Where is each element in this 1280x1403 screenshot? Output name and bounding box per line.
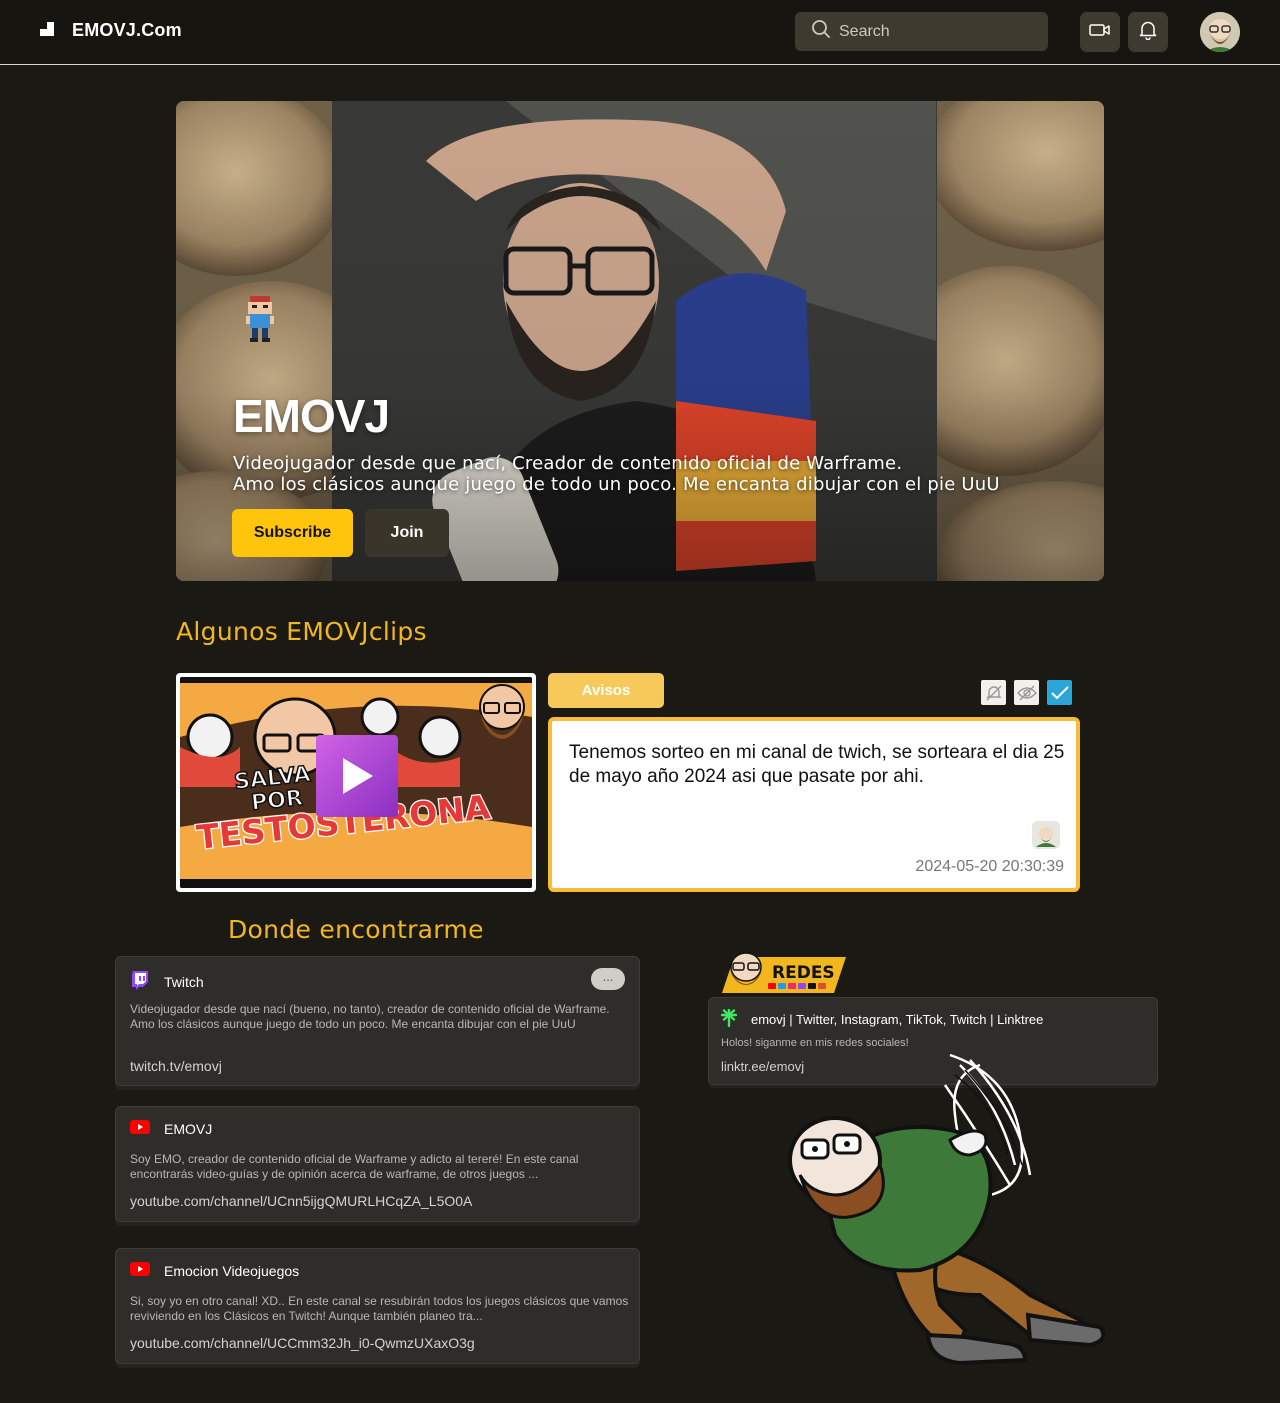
search-input[interactable]	[839, 22, 1029, 41]
redes-label: REDES	[772, 963, 835, 983]
avisos-author-avatar[interactable]	[1032, 821, 1060, 849]
tab-avisos[interactable]: Avisos	[548, 673, 664, 708]
play-icon[interactable]	[316, 735, 398, 817]
clip-thumbnail: SALVA POR TESTOSTERONA	[180, 677, 532, 888]
notifications-off-icon[interactable]	[981, 680, 1006, 705]
links-section-title: Donde encontrarme	[228, 915, 484, 944]
link-url[interactable]: youtube.com/channel/UCnn5ijgQMURLHCqZA_L…	[130, 1193, 472, 1209]
search-icon	[811, 19, 831, 44]
clip-video[interactable]: SALVA POR TESTOSTERONA	[176, 673, 536, 892]
avisos-card: Tenemos sorteo en mi canal de twich, se …	[548, 717, 1080, 892]
link-platform: Twitch	[164, 973, 204, 990]
linktree-title: emovj | Twitter, Instagram, TikTok, Twit…	[751, 1012, 1044, 1027]
link-card-youtube-emocion[interactable]: Emocion Videojuegos Si, soy yo en otro c…	[115, 1248, 640, 1364]
eye-off-icon[interactable]	[1014, 680, 1039, 705]
search-box[interactable]	[795, 12, 1048, 51]
youtube-icon	[130, 1262, 150, 1279]
avisos-message: Tenemos sorteo en mi canal de twich, se …	[569, 742, 1065, 787]
linktree-icon	[720, 1008, 738, 1030]
link-platform: Emocion Videojuegos	[164, 1262, 300, 1279]
avisos-timestamp: 2024-05-20 20:30:39	[915, 858, 1064, 875]
twitch-icon	[130, 970, 150, 993]
checkmark-icon[interactable]	[1047, 680, 1072, 705]
top-navbar: EMOVJ.Com	[0, 0, 1280, 65]
notifications-button[interactable]	[1128, 12, 1168, 52]
link-url[interactable]: youtube.com/channel/UCCmm32Jh_i0-QwmzUXa…	[130, 1335, 475, 1351]
youtube-icon	[130, 1120, 150, 1137]
more-options-button[interactable]: ...	[591, 968, 625, 990]
cartoon-character-illustration	[780, 1045, 1120, 1375]
link-description: Si, soy yo en otro canal! XD.. En este c…	[130, 1294, 629, 1323]
brand-title: EMOVJ.Com	[72, 20, 182, 40]
create-video-button[interactable]	[1080, 12, 1120, 52]
logo-icon	[40, 21, 58, 40]
channel-name: EMOVJ	[233, 390, 390, 442]
channel-banner: EMOVJ Videojugador desde que nací, Cread…	[176, 101, 1104, 581]
user-avatar[interactable]	[1200, 12, 1240, 52]
link-card-youtube-emovj[interactable]: EMOVJ Soy EMO, creador de contenido ofic…	[115, 1106, 640, 1222]
redes-banner: REDES	[716, 945, 848, 997]
link-description: Soy EMO, creador de contenido oficial de…	[130, 1152, 579, 1181]
link-card-twitch[interactable]: Twitch ... Videojugador desde que nací (…	[115, 956, 640, 1086]
link-url[interactable]: twitch.tv/emovj	[130, 1058, 222, 1074]
bell-icon	[1139, 20, 1157, 45]
join-button[interactable]: Join	[365, 509, 449, 557]
channel-description: Videojugador desde que nací, Creador de …	[233, 453, 1000, 495]
avisos-actions	[981, 680, 1072, 705]
link-description: Videojugador desde que nací (bueno, no t…	[130, 1002, 610, 1031]
link-platform: EMOVJ	[164, 1120, 213, 1137]
video-camera-icon	[1089, 22, 1111, 43]
subscribe-button[interactable]: Subscribe	[232, 509, 353, 557]
clips-section-title: Algunos EMOVJclips	[176, 617, 427, 646]
brand-logo[interactable]: EMOVJ.Com	[40, 20, 182, 41]
